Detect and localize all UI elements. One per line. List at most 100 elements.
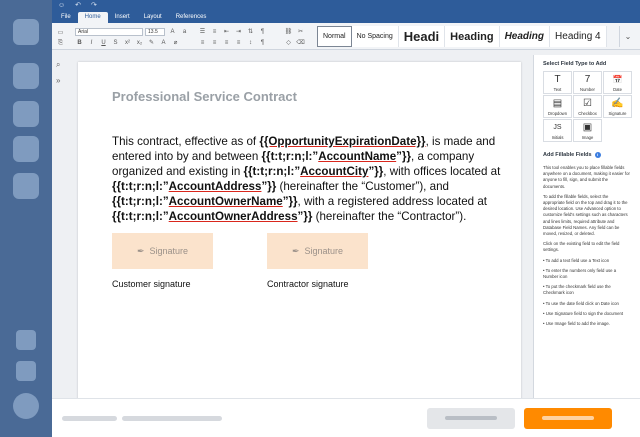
- field-signature-button[interactable]: ✍ Signature: [603, 95, 632, 118]
- document-body[interactable]: This contract, effective as of {{Opportu…: [112, 134, 504, 225]
- style-no-spacing[interactable]: No Spacing: [351, 26, 399, 47]
- underline-icon[interactable]: U: [99, 39, 108, 47]
- merge-field[interactable]: AccountOwnerName: [169, 195, 283, 208]
- primary-button[interactable]: [524, 408, 612, 429]
- field-label: Checkbox: [578, 110, 597, 116]
- nav-icon-5[interactable]: [13, 173, 39, 199]
- redo-icon[interactable]: ↷: [91, 2, 97, 10]
- user-avatar[interactable]: [13, 393, 39, 419]
- info-icon[interactable]: i: [594, 152, 601, 158]
- field-checkbox-button[interactable]: ☑ Checkbox: [573, 95, 602, 118]
- secondary-button[interactable]: [427, 408, 515, 429]
- search-icon[interactable]: ⌕: [56, 60, 60, 70]
- style-heading-3[interactable]: Heading: [499, 26, 551, 47]
- merge-field[interactable]: {{OpportunityExpirationDate}}: [259, 135, 425, 148]
- tab-home[interactable]: Home: [77, 12, 108, 23]
- signature-field-label: Signature: [304, 246, 344, 256]
- field-label: Date: [613, 86, 622, 92]
- style-normal[interactable]: Normal: [317, 26, 352, 47]
- panel-title: Select Field Type to Add: [543, 61, 607, 67]
- justify-icon[interactable]: ≡: [234, 39, 243, 47]
- align-right-icon[interactable]: ≡: [222, 39, 231, 47]
- field-image-button[interactable]: ▣ Image: [573, 119, 602, 142]
- nav-icon-3[interactable]: [13, 101, 39, 127]
- shrink-font-icon[interactable]: a: [180, 28, 189, 36]
- nav-icon-4[interactable]: [13, 136, 39, 162]
- field-label: Image: [581, 134, 594, 140]
- show-marks-icon[interactable]: ¶: [258, 28, 267, 36]
- body-text: , with a registered address located at: [297, 195, 487, 209]
- italic-icon[interactable]: I: [87, 39, 96, 47]
- field-date-button[interactable]: 📅 Date: [603, 71, 632, 94]
- field-type-panel: Select Field Type to Add T Text 7 Number 📅…: [533, 55, 640, 398]
- style-heading-1[interactable]: Headi: [398, 26, 446, 47]
- indent-icon[interactable]: ⇥: [234, 28, 243, 36]
- field-initials-button[interactable]: JS Initials: [543, 119, 572, 142]
- highlight-icon[interactable]: ✎: [147, 39, 156, 47]
- style-heading-2[interactable]: Heading: [445, 26, 500, 47]
- paragraph-icon[interactable]: ¶: [258, 39, 267, 47]
- merge-field[interactable]: AccountName: [318, 150, 396, 163]
- nav-icon-1[interactable]: [13, 19, 39, 45]
- merge-field[interactable]: AccountCity: [300, 165, 368, 178]
- help-bullet: • To enter the numbers only field use a …: [543, 267, 617, 280]
- tab-file[interactable]: File: [54, 12, 78, 23]
- bold-icon[interactable]: B: [75, 39, 84, 47]
- chevron-down-icon[interactable]: ⌄: [619, 26, 636, 47]
- align-center-icon[interactable]: ≡: [210, 39, 219, 47]
- line-spacing-icon[interactable]: ↕: [246, 39, 255, 47]
- outdent-icon[interactable]: ⇤: [222, 28, 231, 36]
- body-text: , with offices located at: [383, 165, 501, 179]
- app-menu-icon[interactable]: ☺: [58, 2, 65, 10]
- link-icon[interactable]: ⛓: [284, 28, 293, 36]
- nav-icon-6[interactable]: [16, 330, 36, 350]
- checkbox-icon: ☑: [583, 97, 592, 109]
- signature-field-label: Signature: [149, 246, 189, 256]
- help-bullet: • Use Image field to add the image.: [543, 321, 610, 327]
- body-text: (hereinafter the “Contractor”).: [312, 210, 467, 224]
- tab-insert[interactable]: Insert: [108, 12, 137, 23]
- subscript-icon[interactable]: x₂: [135, 39, 144, 47]
- font-family-select[interactable]: Arial: [75, 28, 143, 36]
- superscript-icon[interactable]: x²: [123, 39, 132, 47]
- clear-format-icon[interactable]: ⌀: [171, 39, 180, 47]
- tab-references[interactable]: References: [169, 12, 214, 23]
- undo-icon[interactable]: ↶: [75, 2, 81, 10]
- field-dropdown-button[interactable]: ▤ Dropdown: [543, 95, 572, 118]
- nav-icon-2[interactable]: [13, 63, 39, 89]
- nav-icon-7[interactable]: [16, 361, 36, 381]
- document-page[interactable]: Professional Service Contract This contr…: [78, 62, 521, 407]
- style-heading-4[interactable]: Heading 4: [550, 26, 607, 47]
- align-left-icon[interactable]: ≡: [198, 39, 207, 47]
- help-text: This tool enables you to place fillable …: [543, 165, 631, 331]
- sort-icon[interactable]: ⇅: [246, 28, 255, 36]
- strikethrough-icon[interactable]: S: [111, 39, 120, 47]
- customer-signature-field[interactable]: ✒ Signature: [112, 233, 213, 269]
- font-size-select[interactable]: 13.5: [145, 28, 165, 36]
- bullets-icon[interactable]: ☰: [198, 28, 207, 36]
- help-bullet: • Use Signature field to sign the docume…: [543, 310, 624, 316]
- font-color-icon[interactable]: A: [159, 39, 168, 47]
- field-number-button[interactable]: 7 Number: [573, 71, 602, 94]
- clipboard-icon[interactable]: ▭: [56, 29, 65, 37]
- merge-field[interactable]: AccountAddress: [169, 180, 262, 193]
- merge-field-suffix: ”}}: [396, 150, 411, 164]
- grow-font-icon[interactable]: A: [168, 28, 177, 36]
- contractor-signature-field[interactable]: ✒ Signature: [267, 233, 368, 269]
- eraser-icon[interactable]: ⌫: [296, 39, 305, 47]
- calendar-icon: 📅: [612, 74, 623, 84]
- image-icon: ▣: [582, 121, 593, 133]
- help-bullet: • To use the date field click on Date ic…: [543, 300, 619, 306]
- field-label: Signature: [608, 110, 627, 116]
- field-label: Dropdown: [547, 110, 568, 116]
- merge-field-suffix: ”}}: [368, 165, 384, 179]
- nav-arrows-icon[interactable]: »: [56, 76, 60, 85]
- field-text-button[interactable]: T Text: [543, 71, 572, 94]
- merge-field[interactable]: AccountOwnerAddress: [169, 210, 298, 223]
- copy-format-icon[interactable]: ✂: [296, 28, 305, 36]
- help-bullet: • To put the checkmark field use the Che…: [543, 284, 611, 296]
- tab-layout[interactable]: Layout: [137, 12, 169, 23]
- paint-icon[interactable]: ◇: [284, 39, 293, 47]
- copy-icon[interactable]: ⎘: [56, 39, 65, 47]
- numbering-icon[interactable]: ≡: [210, 28, 219, 36]
